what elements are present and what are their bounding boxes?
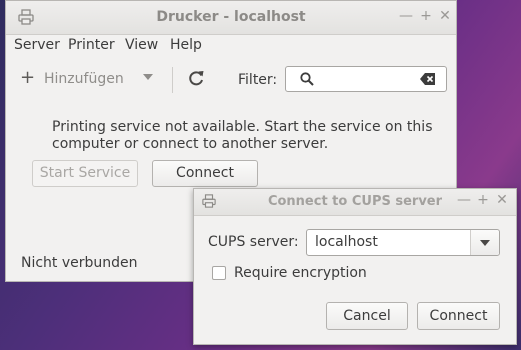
search-icon — [300, 72, 314, 86]
start-service-button[interactable]: Start Service — [32, 160, 138, 187]
dialog-titlebar[interactable]: Connect to CUPS server — + ✕ — [194, 189, 516, 216]
menu-printer[interactable]: Printer — [68, 37, 115, 53]
connect-button[interactable]: Connect — [152, 160, 258, 187]
service-message: Printing service not available. Start th… — [52, 119, 433, 152]
status-text: Nicht verbunden — [21, 255, 138, 271]
cups-server-value[interactable]: localhost — [315, 234, 378, 250]
add-printer-label: Hinzufügen — [44, 71, 124, 87]
plus-icon: + — [20, 67, 36, 88]
menu-help[interactable]: Help — [170, 37, 202, 53]
minimize-icon[interactable]: — — [456, 192, 472, 208]
refresh-icon[interactable] — [186, 68, 206, 88]
toolbar-separator — [172, 67, 173, 93]
menubar: Server Printer View Help — [6, 34, 456, 58]
cancel-button[interactable]: Cancel — [326, 302, 408, 330]
maximize-icon[interactable]: + — [418, 8, 434, 24]
close-icon[interactable]: ✕ — [437, 8, 453, 24]
close-icon[interactable]: ✕ — [494, 192, 510, 208]
chevron-down-icon[interactable] — [470, 230, 499, 255]
dialog-connect-button[interactable]: Connect — [417, 302, 500, 330]
main-titlebar[interactable]: Drucker - localhost — + ✕ — [6, 1, 456, 35]
toolbar: + Hinzufügen Filter: — [6, 59, 456, 99]
require-encryption-label[interactable]: Require encryption — [234, 265, 367, 281]
cups-server-label: CUPS server: — [208, 234, 299, 250]
window-title: Drucker - localhost — [156, 9, 306, 25]
menu-view[interactable]: View — [125, 37, 158, 53]
cups-server-combo[interactable]: localhost — [306, 229, 500, 256]
filter-label: Filter: — [238, 72, 278, 88]
filter-input[interactable] — [285, 66, 447, 92]
minimize-icon[interactable]: — — [398, 8, 414, 24]
add-dropdown-arrow[interactable] — [143, 74, 153, 80]
menu-server[interactable]: Server — [14, 37, 60, 53]
maximize-icon[interactable]: + — [475, 192, 491, 208]
clear-icon[interactable] — [420, 73, 436, 85]
connect-dialog: Connect to CUPS server — + ✕ CUPS server… — [193, 188, 517, 345]
require-encryption-checkbox[interactable] — [212, 266, 226, 280]
